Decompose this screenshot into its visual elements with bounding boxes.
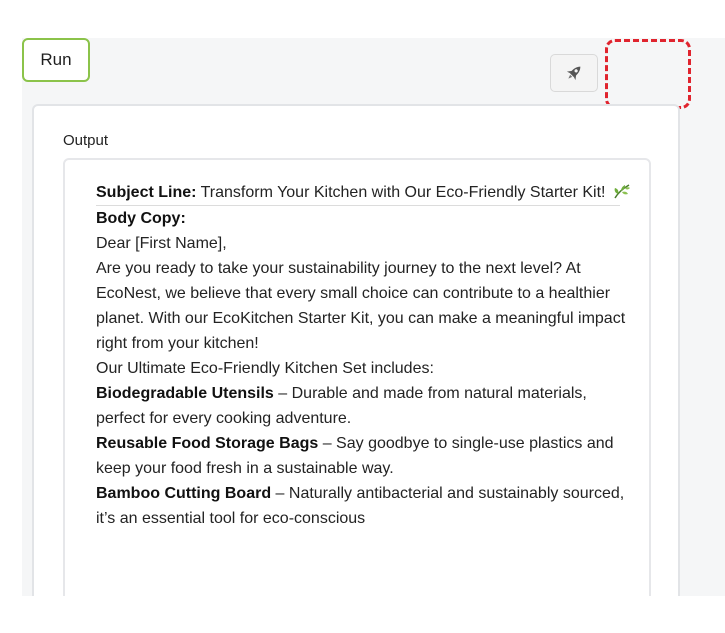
rocket-icon bbox=[566, 66, 581, 81]
output-label: Output bbox=[63, 132, 109, 149]
output-panel: Output Subject Line: Transform Your Kitc… bbox=[32, 104, 680, 596]
rocket-button[interactable] bbox=[550, 54, 598, 92]
body-copy-heading: Body Copy: bbox=[96, 210, 186, 227]
subject-line-text: Transform Your Kitchen with Our Eco-Frie… bbox=[196, 184, 606, 201]
greeting: Dear [First Name], bbox=[96, 235, 227, 252]
run-button-highlight bbox=[605, 39, 691, 109]
subject-line: Subject Line: Transform Your Kitchen wit… bbox=[96, 180, 639, 205]
list-item: Biodegradable Utensils – Durable and mad… bbox=[96, 381, 639, 431]
set-intro: Our Ultimate Eco-Friendly Kitchen Set in… bbox=[96, 360, 434, 377]
run-button[interactable]: Run bbox=[22, 38, 90, 82]
item-name: Reusable Food Storage Bags bbox=[96, 435, 319, 452]
list-item: Reusable Food Storage Bags – Say goodbye… bbox=[96, 431, 639, 481]
output-text-area[interactable]: Subject Line: Transform Your Kitchen wit… bbox=[63, 158, 651, 596]
item-name: Biodegradable Utensils bbox=[96, 385, 274, 402]
app-frame: Run Output Subject Line: Transform Your … bbox=[22, 38, 725, 596]
intro-paragraph: Are you ready to take your sustainabilit… bbox=[96, 260, 626, 352]
list-item: Bamboo Cutting Board – Naturally antibac… bbox=[96, 481, 639, 531]
subject-line-label: Subject Line: bbox=[96, 184, 197, 201]
item-name: Bamboo Cutting Board bbox=[96, 485, 272, 502]
leaf-icon bbox=[614, 184, 630, 199]
